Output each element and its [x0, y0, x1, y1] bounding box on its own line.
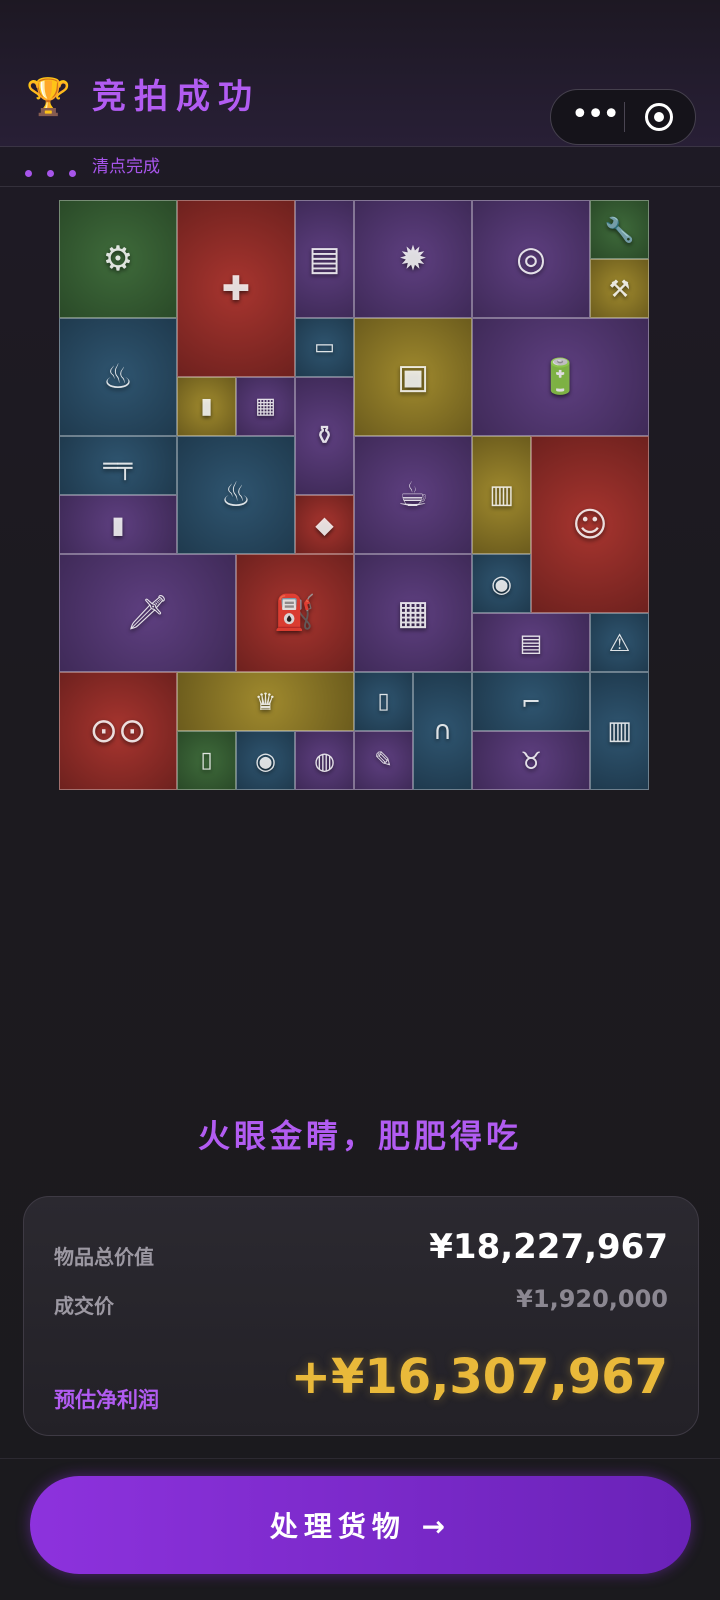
item-stethoscope[interactable]: ∩	[413, 672, 472, 790]
item-camping-stove[interactable]: ♨	[59, 318, 177, 436]
item-usb-drive[interactable]: ▭	[295, 318, 354, 377]
item-diamond[interactable]: ◆	[295, 495, 354, 554]
capsule-divider	[624, 102, 625, 132]
more-dots-icon[interactable]: •••	[571, 90, 620, 144]
item-power-drill[interactable]: ⌐	[472, 672, 590, 731]
net-profit-value: +¥16,307,967	[290, 1349, 668, 1405]
progress-dots	[25, 162, 91, 181]
auction-result-page: 🏆 竞拍成功 ••• 清点完成 ⚙ ✚ ▤ ✹ ◎ 🔧 ⚒ ♨ ▭ ▣ 🔋 ▮ …	[0, 0, 720, 1600]
item-wrench[interactable]: 🔧	[590, 200, 649, 259]
item-motherboard[interactable]: ▦	[354, 554, 472, 672]
item-gas-canister[interactable]: ⛽	[236, 554, 354, 672]
item-circular-saw[interactable]: ✹	[354, 200, 472, 318]
status-text: 清点完成	[92, 157, 160, 177]
item-ammo-box[interactable]: ▥	[590, 672, 649, 790]
item-food-tin[interactable]: ◍	[295, 731, 354, 790]
deal-price-label: 成交价	[54, 1294, 114, 1318]
item-lighter[interactable]: ▮	[177, 377, 236, 436]
item-black-tide-book[interactable]: ▤	[295, 200, 354, 318]
item-horned-helmet[interactable]: ♉	[472, 731, 590, 790]
item-golden-crown[interactable]: ♛	[177, 672, 354, 731]
footer-divider	[0, 1458, 720, 1459]
item-hand-tool[interactable]: ⚒	[590, 259, 649, 318]
mini-program-capsule: •••	[550, 89, 696, 145]
item-warning-sign[interactable]: ⚠	[590, 613, 649, 672]
item-hookah[interactable]: ⚱	[295, 377, 354, 495]
status-row: 清点完成	[0, 148, 720, 187]
item-reel-tape-recorder[interactable]: ⊙⊙	[59, 672, 177, 790]
item-angle-grinder[interactable]: ⚙	[59, 200, 177, 318]
page-title: 竞拍成功	[92, 77, 260, 117]
item-assault-rifle[interactable]: ═╤	[59, 436, 177, 495]
target-circle-icon[interactable]	[645, 103, 673, 131]
item-circuit-board[interactable]: ▤	[472, 613, 590, 672]
total-value: ¥18,227,967	[429, 1227, 668, 1267]
item-silver-coin[interactable]: ◉	[472, 554, 531, 613]
process-goods-button[interactable]: 处理货物 →	[30, 1476, 691, 1574]
item-car-battery[interactable]: 🔋	[472, 318, 649, 436]
slogan: 火眼金睛，肥肥得吃	[197, 1117, 522, 1155]
summary-card: 物品总价值 ¥18,227,967 成交价 ¥1,920,000 预估净利润 +…	[23, 1196, 699, 1436]
item-leather-notebook[interactable]: ▥	[472, 436, 531, 554]
item-military-crate[interactable]: ▣	[354, 318, 472, 436]
item-coffee-machine[interactable]: ☕	[354, 436, 472, 554]
item-armor-plate[interactable]: ▮	[59, 495, 177, 554]
item-aed-defibrillator[interactable]: ✚	[177, 200, 295, 377]
item-blood-pressure-monitor[interactable]: ◎	[472, 200, 590, 318]
item-syringe[interactable]: ✎	[354, 731, 413, 790]
trophy-icon: 🏆	[26, 77, 71, 118]
loot-grid: ⚙ ✚ ▤ ✹ ◎ 🔧 ⚒ ♨ ▭ ▣ 🔋 ▮ ▦ ⚱ ═╤ ♨ ☕ ▥ ☺ ▮…	[59, 200, 659, 800]
item-combat-knife[interactable]: 🗡	[59, 554, 236, 672]
total-value-label: 物品总价值	[54, 1245, 154, 1269]
item-pill-bottle[interactable]: ▯	[354, 672, 413, 731]
item-circuit-chip[interactable]: ▦	[236, 377, 295, 436]
net-profit-label: 预估净利润	[54, 1388, 159, 1412]
item-cato-bust[interactable]: ☺	[531, 436, 649, 613]
deal-price-value: ¥1,920,000	[516, 1285, 668, 1313]
item-water-bottle[interactable]: ▯	[177, 731, 236, 790]
header: 🏆 竞拍成功 •••	[0, 0, 720, 147]
item-ancient-coin[interactable]: ◉	[236, 731, 295, 790]
item-camping-stove-2[interactable]: ♨	[177, 436, 295, 554]
